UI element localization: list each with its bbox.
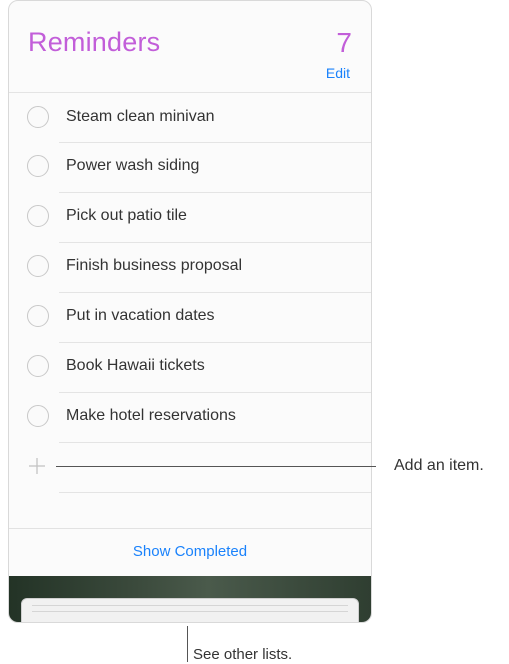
other-lists-callout: See other lists. [193,646,293,663]
completion-circle-icon[interactable] [27,205,49,227]
list-title: Reminders [28,27,161,57]
list-item[interactable]: Make hotel reservations [9,392,371,442]
completion-circle-icon[interactable] [27,255,49,277]
reminder-label[interactable]: Steam clean minivan [66,108,215,126]
footer: Show Completed [9,528,371,577]
show-completed-button[interactable]: Show Completed [9,543,371,560]
completion-circle-icon[interactable] [27,106,49,128]
reminders-list-view: Reminders 7 Edit Steam clean minivan Pow… [8,0,372,623]
reminder-label[interactable]: Book Hawaii tickets [66,357,205,375]
reminder-label[interactable]: Put in vacation dates [66,307,215,325]
reminder-label[interactable]: Power wash siding [66,157,199,175]
list-item[interactable]: Steam clean minivan [9,92,371,142]
reminder-label[interactable]: Finish business proposal [66,257,242,275]
reminder-label[interactable]: Pick out patio tile [66,207,187,225]
list-item[interactable]: Finish business proposal [9,242,371,292]
list-item[interactable]: Power wash siding [9,142,371,192]
completion-circle-icon[interactable] [27,305,49,327]
edit-button[interactable]: Edit [326,65,350,81]
reminder-count: 7 [336,27,352,58]
reminder-label[interactable]: Make hotel reservations [66,407,236,425]
add-item-callout: Add an item. [394,457,484,474]
completion-circle-icon[interactable] [27,155,49,177]
completion-circle-icon[interactable] [27,405,49,427]
list-item[interactable]: Pick out patio tile [9,192,371,242]
list-item[interactable]: Put in vacation dates [9,292,371,342]
plus-icon[interactable] [27,456,47,476]
list-item[interactable]: Book Hawaii tickets [9,342,371,392]
other-lists-stack[interactable] [9,576,371,622]
empty-row [9,492,371,522]
stacked-list-sheet[interactable] [21,598,359,622]
completion-circle-icon[interactable] [27,355,49,377]
add-item-callout-line [56,466,376,467]
reminders-list: Steam clean minivan Power wash siding Pi… [9,92,371,522]
other-lists-callout-line [187,626,188,662]
add-item-row[interactable] [9,442,371,492]
